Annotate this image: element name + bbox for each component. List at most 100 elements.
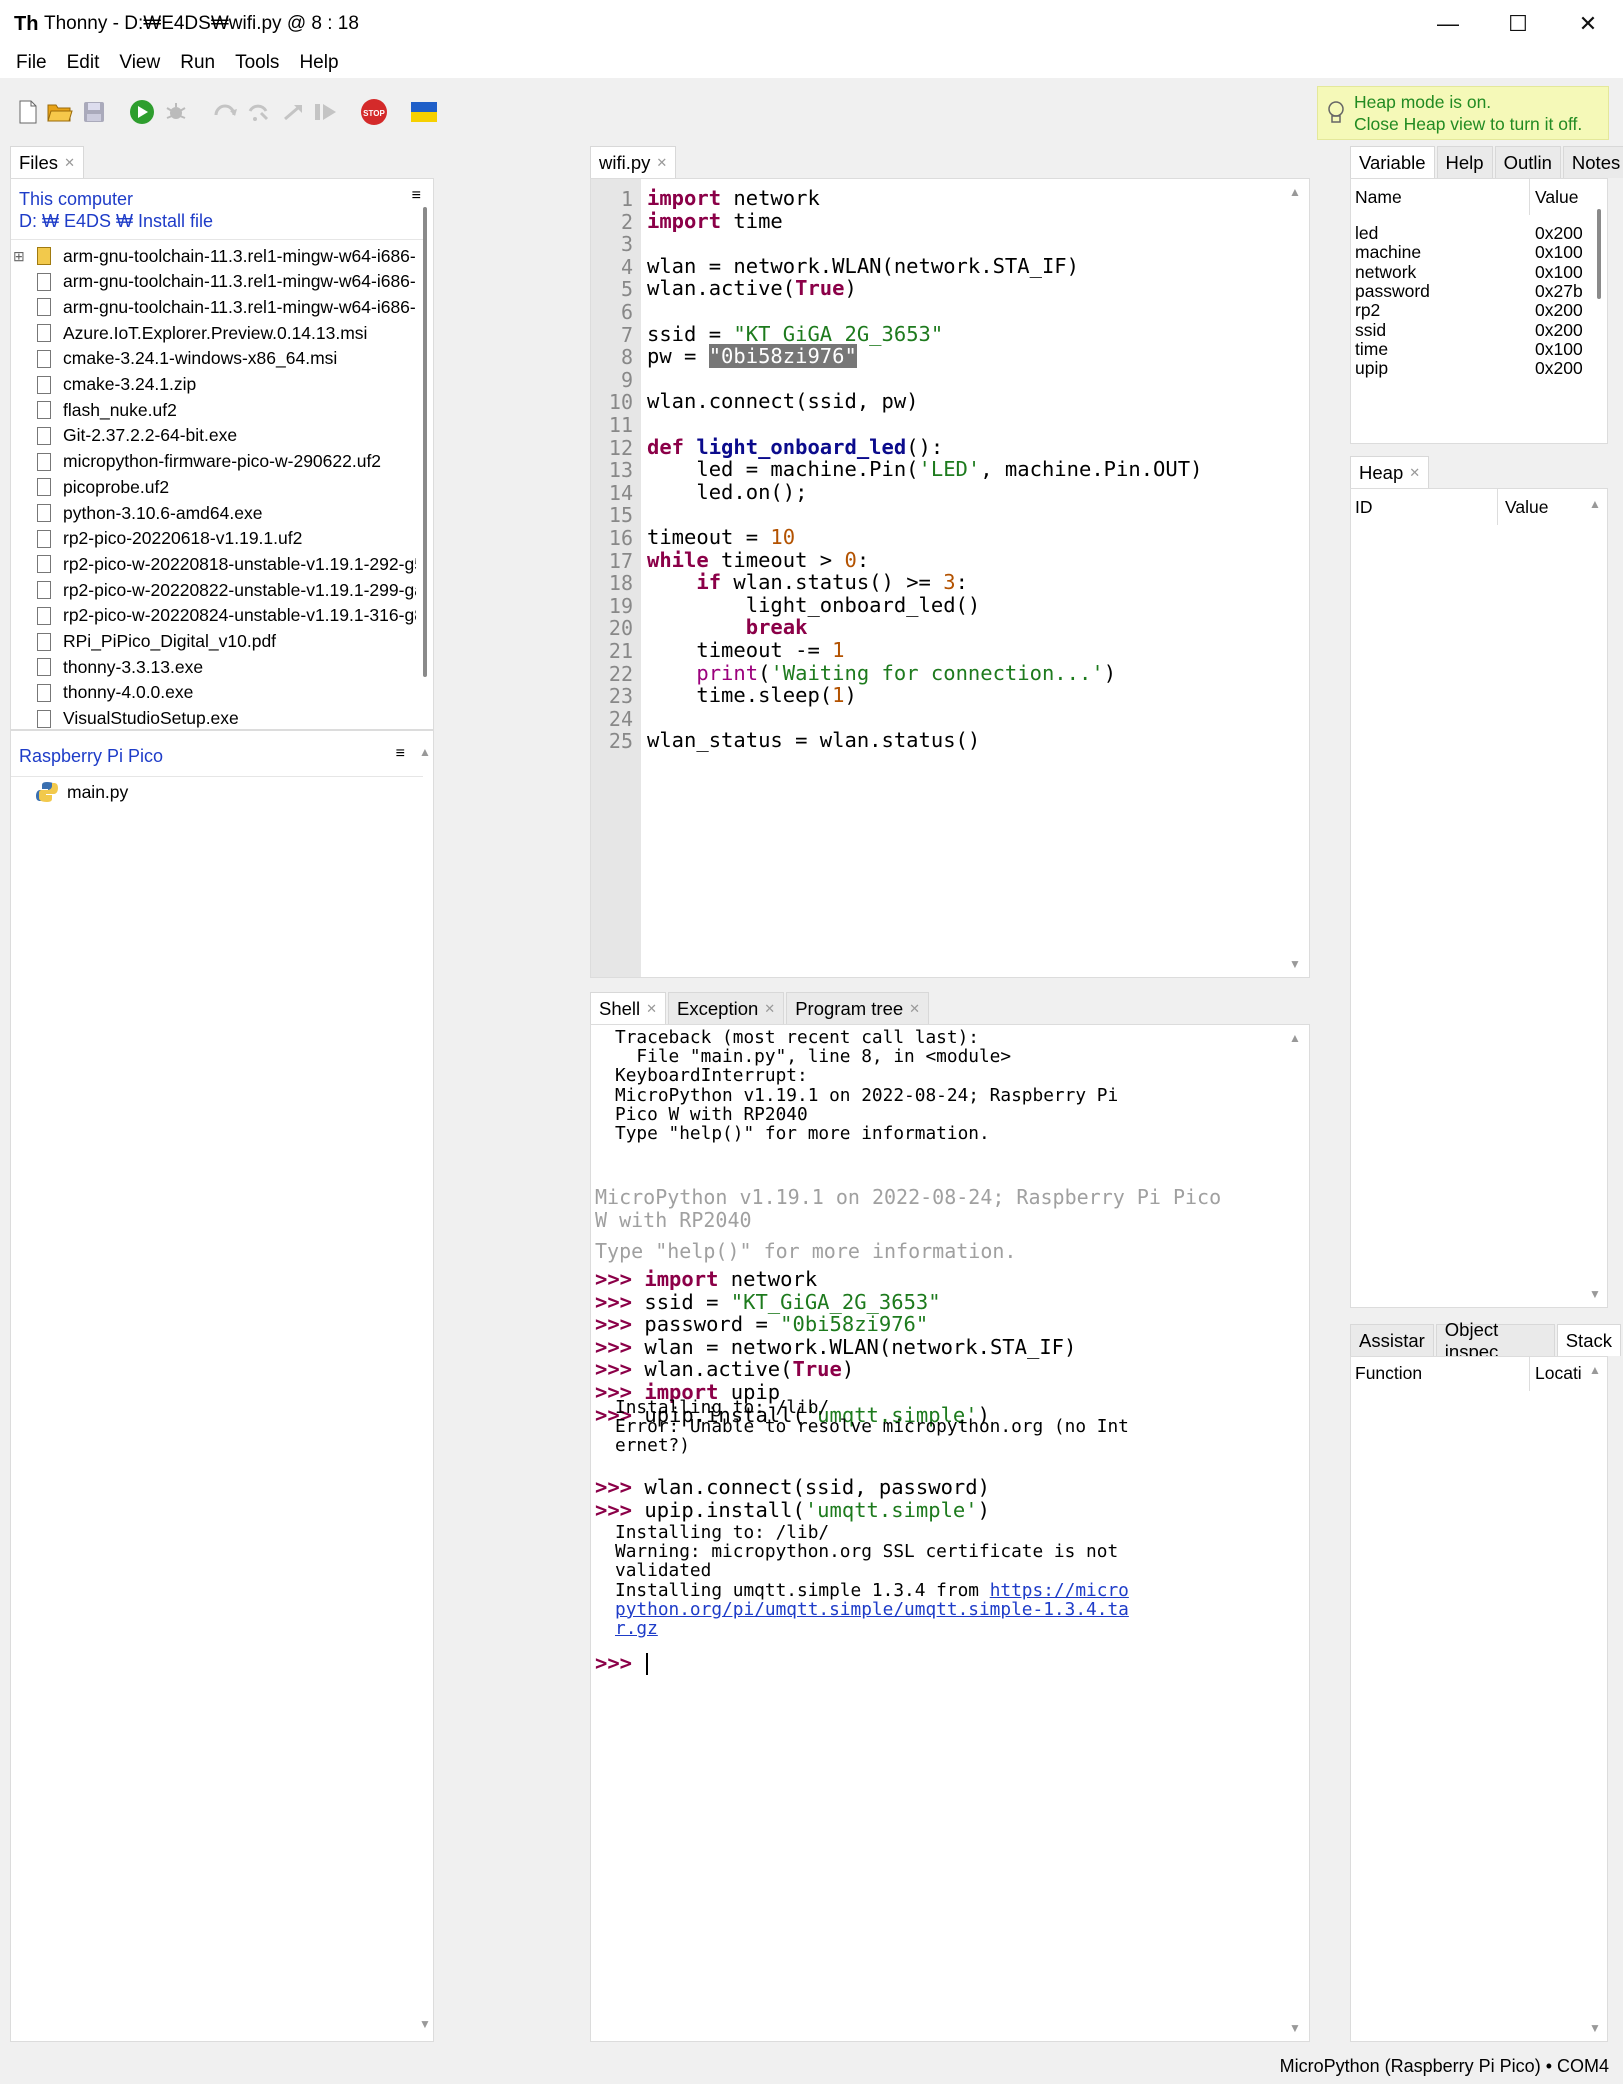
code-line[interactable]: wlan_status = wlan.status() <box>647 728 980 752</box>
code-line[interactable]: wlan.active(True) <box>647 276 857 300</box>
file-item[interactable]: thonny-3.3.13.exe <box>11 654 416 680</box>
code-line[interactable]: wlan.connect(ssid, pw) <box>647 389 919 413</box>
close-tab-icon[interactable]: ✕ <box>764 1001 775 1017</box>
step-over-icon[interactable] <box>212 98 240 126</box>
code-line[interactable]: print('Waiting for connection...') <box>647 661 1116 685</box>
shell-line[interactable]: r.gz <box>615 1618 658 1639</box>
variable-value[interactable]: 0x200 <box>1535 300 1583 321</box>
shell-line[interactable]: Traceback (most recent call last): <box>615 1027 979 1048</box>
resume-icon[interactable] <box>312 98 340 126</box>
variable-value[interactable]: 0x27b <box>1535 281 1583 302</box>
tab-program-tree[interactable]: Program tree ✕ <box>786 992 930 1024</box>
file-item[interactable]: picoprobe.uf2 <box>11 474 416 500</box>
shell-line[interactable]: python.org/pi/umqtt.simple/umqtt.simple-… <box>615 1599 1129 1620</box>
file-item[interactable]: python-3.10.6-amd64.exe <box>11 500 416 526</box>
file-item[interactable]: micropython-firmware-pico-w-290622.uf2 <box>11 449 416 475</box>
variable-value[interactable]: 0x100 <box>1535 339 1583 360</box>
tab-notes[interactable]: Notes <box>1562 146 1623 178</box>
shell-line[interactable]: MicroPython v1.19.1 on 2022-08-24; Raspb… <box>615 1085 1118 1106</box>
menu-edit[interactable]: Edit <box>57 52 110 74</box>
shell-line[interactable]: Type "help()" for more information. <box>615 1123 990 1144</box>
variable-value[interactable]: 0x100 <box>1535 242 1583 263</box>
variable-name[interactable]: ssid <box>1355 320 1386 341</box>
tab-outline[interactable]: Outlin <box>1494 146 1561 178</box>
code-line[interactable]: timeout -= 1 <box>647 638 844 662</box>
variable-value[interactable]: 0x200 <box>1535 223 1583 244</box>
close-tab-icon[interactable]: ✕ <box>656 155 667 171</box>
code-line[interactable]: import network <box>647 186 820 210</box>
close-tab-icon[interactable]: ✕ <box>1409 465 1420 481</box>
col-header-function[interactable]: Function <box>1355 1363 1422 1384</box>
shell-line[interactable]: MicroPython v1.19.1 on 2022-08-24; Raspb… <box>595 1185 1221 1209</box>
tab-wifi-py[interactable]: wifi.py ✕ <box>590 146 677 178</box>
scrollbar-thumb[interactable] <box>423 207 427 677</box>
shell-command[interactable]: >>> wlan = network.WLAN(network.STA_IF) <box>595 1335 1076 1359</box>
shell-line[interactable]: Error: Unable to resolve micropython.org… <box>615 1416 1129 1437</box>
file-item[interactable]: rp2-pico-w-20220822-unstable-v1.19.1-299… <box>11 577 416 603</box>
scroll-up-icon[interactable]: ▲ <box>417 745 433 759</box>
vars-scrollbar[interactable] <box>1591 179 1607 443</box>
file-item[interactable]: RPi_PiPico_Digital_v10.pdf <box>11 629 416 655</box>
code-line[interactable]: pw = "0bi58zi976" <box>647 344 857 369</box>
run-icon[interactable] <box>128 98 156 126</box>
tab-assistant[interactable]: Assistar <box>1350 1324 1434 1356</box>
close-tab-icon[interactable]: ✕ <box>64 155 75 171</box>
minimize-button[interactable]: — <box>1413 0 1483 48</box>
column-separator[interactable] <box>1529 179 1530 215</box>
debug-icon[interactable] <box>162 98 190 126</box>
variable-name[interactable]: led <box>1355 223 1378 244</box>
code-line[interactable]: if wlan.status() >= 3: <box>647 570 968 594</box>
close-button[interactable]: ✕ <box>1553 0 1623 48</box>
scroll-up-icon[interactable]: ▲ <box>1287 185 1303 199</box>
shell-command[interactable]: >>> import network <box>595 1267 817 1291</box>
menu-help[interactable]: Help <box>289 52 348 74</box>
col-header-name[interactable]: Name <box>1355 187 1402 208</box>
col-header-value[interactable]: Value <box>1535 187 1578 208</box>
device-label[interactable]: Raspberry Pi Pico <box>19 746 163 767</box>
local-label[interactable]: This computer <box>19 189 133 210</box>
scrollbar-thumb[interactable] <box>1597 209 1601 299</box>
scroll-down-icon[interactable]: ▼ <box>1287 957 1303 971</box>
file-item[interactable]: rp2-pico-w-20220824-unstable-v1.19.1-316… <box>11 603 416 629</box>
shell-line[interactable]: KeyboardInterrupt: <box>615 1065 808 1086</box>
shell-command[interactable]: >>> upip.install('umqtt.simple') <box>595 1498 990 1522</box>
code-editor[interactable]: 1 2 3 4 5 6 7 8 9 10 11 12 13 14 15 16 17 18 19 20 21 22 23 24 2… <box>590 178 1310 978</box>
variable-name[interactable]: password <box>1355 281 1430 302</box>
shell-line[interactable]: Pico W with RP2040 <box>615 1104 808 1125</box>
code-line[interactable]: timeout = 10 <box>647 525 795 549</box>
files-scrollbar[interactable] <box>417 179 433 731</box>
tab-object-inspector[interactable]: Object inspec <box>1435 1319 1555 1362</box>
shell-line[interactable]: Installing umqtt.simple 1.3.4 from https… <box>615 1580 1129 1601</box>
code-line[interactable]: light_onboard_led() <box>647 593 981 617</box>
code-line[interactable]: wlan = network.WLAN(network.STA_IF) <box>647 254 1079 278</box>
new-file-icon[interactable] <box>14 98 42 126</box>
menu-view[interactable]: View <box>109 52 170 74</box>
tab-exception[interactable]: Exception ✕ <box>668 992 785 1024</box>
menu-tools[interactable]: Tools <box>225 52 289 74</box>
variable-value[interactable]: 0x200 <box>1535 320 1583 341</box>
local-path-breadcrumb[interactable]: D: ₩ E4DS ₩ Install file <box>19 211 213 232</box>
close-tab-icon[interactable]: ✕ <box>909 1001 920 1017</box>
file-item[interactable]: thonny-4.0.0.exe <box>11 680 416 706</box>
shell-command[interactable]: >>> ssid = "KT_GiGA_2G_3653" <box>595 1290 941 1314</box>
file-item[interactable]: rp2-pico-w-20220818-unstable-v1.19.1-292… <box>11 551 416 577</box>
open-folder-icon[interactable] <box>46 98 74 126</box>
device-file-main-py[interactable]: main.py <box>11 779 416 805</box>
variable-name[interactable]: machine <box>1355 242 1421 263</box>
shell-line[interactable]: Type "help()" for more information. <box>595 1239 1016 1263</box>
menu-run[interactable]: Run <box>170 52 225 74</box>
variable-name[interactable]: time <box>1355 339 1388 360</box>
scroll-up-icon[interactable]: ▲ <box>1587 497 1603 511</box>
shell-line[interactable]: W with RP2040 <box>595 1208 752 1232</box>
col-header-location[interactable]: Locati <box>1535 1363 1582 1384</box>
file-item[interactable]: arm-gnu-toolchain-11.3.rel1-mingw-w64-i6… <box>11 269 416 295</box>
tab-stack[interactable]: Stack <box>1556 1324 1621 1356</box>
code-line[interactable]: ssid = "KT_GiGA_2G_3653" <box>647 322 943 346</box>
file-item[interactable]: Azure.IoT.Explorer.Preview.0.14.13.msi <box>11 320 416 346</box>
shell-input-prompt[interactable]: >>> <box>595 1651 649 1675</box>
code-line[interactable]: time.sleep(1) <box>647 683 856 707</box>
file-item[interactable]: flash_nuke.uf2 <box>11 397 416 423</box>
scroll-down-icon[interactable]: ▼ <box>417 2017 433 2031</box>
variable-name[interactable]: upip <box>1355 358 1388 379</box>
shell-console[interactable]: Traceback (most recent call last): File … <box>590 1024 1310 2042</box>
